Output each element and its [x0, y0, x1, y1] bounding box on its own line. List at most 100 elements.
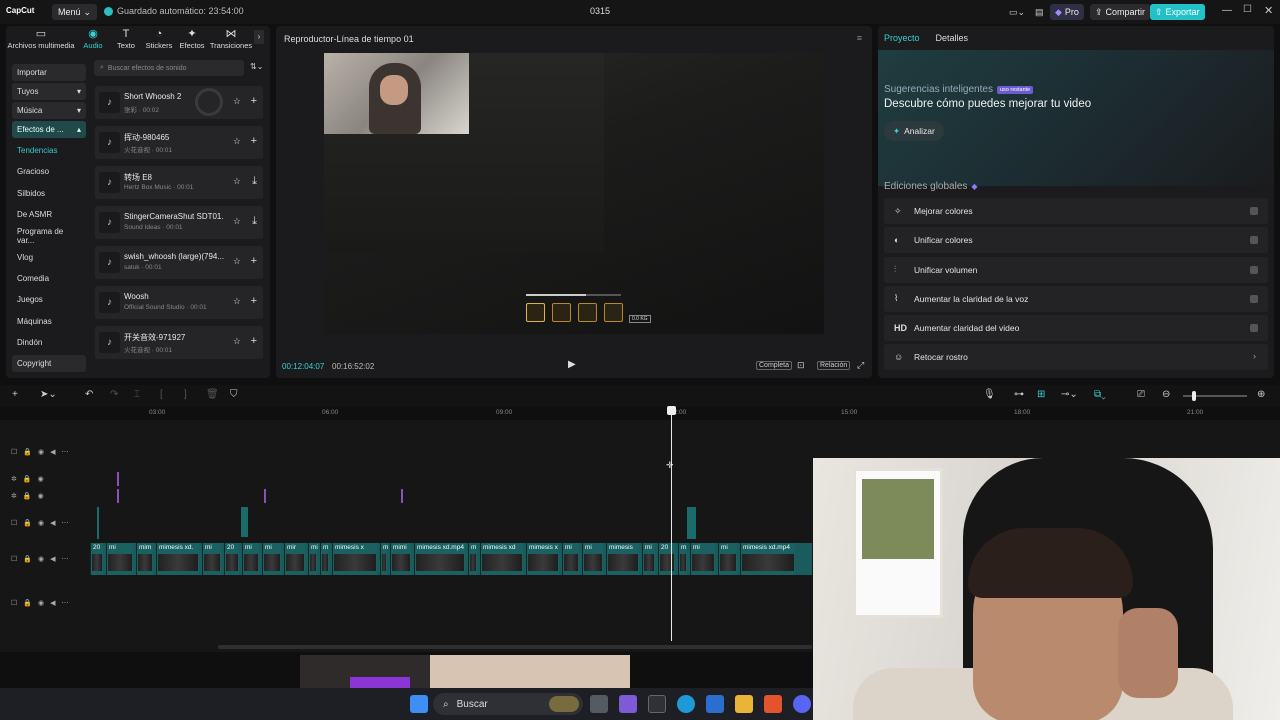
sidebar-item-asmr[interactable]: De ASMR [12, 204, 86, 225]
sidebar-item-variety[interactable]: Programa de var... [12, 225, 86, 246]
eye-icon[interactable]: ◉ [38, 492, 44, 500]
effect-clip[interactable] [264, 489, 266, 503]
close-icon[interactable]: ✕ [1264, 4, 1273, 17]
list-item[interactable]: ♪ 转场 E8 Hertz Box Music · 00:01 ☆ ⤓ [95, 166, 263, 199]
undo-icon[interactable]: ↶ [85, 389, 93, 400]
global-item-voice-clarity[interactable]: ⌇ Aumentar la claridad de la voz [884, 285, 1268, 312]
tab-audio[interactable]: ◉ Audio [76, 26, 110, 52]
fullscreen-icon[interactable]: ⤢ [857, 360, 864, 371]
favorite-icon[interactable]: ☆ [233, 176, 241, 187]
overlay-clip[interactable] [97, 507, 99, 539]
video-clip[interactable]: m [678, 543, 687, 575]
more-icon[interactable]: ⋯ [62, 555, 69, 563]
export-button[interactable]: ⇧ Exportar [1150, 4, 1205, 20]
speaker-icon[interactable]: ◀ [50, 599, 55, 607]
crop-icon[interactable]: ⊡ [797, 360, 805, 371]
task-view-icon[interactable] [590, 695, 608, 713]
sidebar-item-effects[interactable]: Efectos de ... ▴ [12, 121, 86, 138]
lock-icon[interactable]: 🔒 [23, 519, 32, 527]
trim-left-icon[interactable]: [ [160, 389, 163, 400]
lock-icon[interactable]: 🔒 [23, 599, 32, 607]
list-item[interactable]: ♪ Woosh Official Sound Studio · 00:01 ☆ + [95, 286, 263, 319]
discord-icon[interactable] [793, 695, 811, 713]
video-clip[interactable]: mi [242, 543, 259, 575]
list-item[interactable]: ♪ Short Whoosh 2 张彩 · 00:02 ☆ + [95, 86, 263, 119]
add-track-icon[interactable]: + [12, 389, 18, 400]
video-clip[interactable]: m [320, 543, 329, 575]
download-button[interactable]: ⤓ [252, 215, 257, 228]
link-icon[interactable]: ⊶ [1014, 389, 1024, 400]
lock-icon[interactable]: 🔒 [23, 475, 32, 483]
zoom-slider-handle[interactable] [1192, 391, 1196, 401]
video-clip[interactable]: mi [562, 543, 579, 575]
track-select-icon[interactable]: ☐ [11, 555, 17, 563]
play-icon[interactable]: ▶ [568, 359, 576, 370]
eye-icon[interactable]: ◉ [38, 475, 44, 483]
minimize-icon[interactable]: — [1222, 5, 1232, 16]
sidebar-item-trending[interactable]: Tendencias [12, 140, 86, 161]
video-clip[interactable]: mi [308, 543, 318, 575]
preview-axis-icon[interactable]: ⧉⌄ [1094, 389, 1106, 400]
sidebar-item-funny[interactable]: Gracioso [12, 161, 86, 182]
favorite-icon[interactable]: ☆ [233, 216, 241, 227]
list-item[interactable]: ♪ 挥动-980465 火花音视 · 00:01 ☆ + [95, 126, 263, 159]
video-clip[interactable]: mi [202, 543, 221, 575]
video-clip[interactable]: mi [262, 543, 281, 575]
tab-transitions[interactable]: ⋈ Transiciones [208, 26, 254, 52]
track-select-icon[interactable]: ☐ [11, 519, 17, 527]
filter-icon[interactable]: ⇅⌄ [250, 62, 263, 71]
toggle-switch[interactable] [1250, 236, 1258, 245]
sound-search-input[interactable]: ⌕ Buscar efectos de sonido [94, 60, 244, 76]
video-clip[interactable]: m [468, 543, 477, 575]
effect-clip[interactable] [401, 489, 403, 503]
video-clip[interactable]: mimesis [606, 543, 639, 575]
global-item-unify-volume[interactable]: ⫶ Unificar volumen [884, 256, 1268, 283]
playhead-handle[interactable] [667, 406, 676, 415]
track-select-icon[interactable]: ☐ [11, 599, 17, 607]
video-clip[interactable]: mir [284, 543, 305, 575]
tab-media[interactable]: ▭ Archivos multimedia [6, 26, 76, 52]
analyze-button[interactable]: ✦ Analizar [884, 121, 944, 141]
video-clip[interactable]: mimesis xd.mp4 [740, 543, 795, 575]
split-icon[interactable]: ⌶ [134, 389, 140, 400]
overlay-clip[interactable] [241, 507, 248, 537]
trim-right-icon[interactable]: ] [184, 389, 187, 400]
sidebar-item-games[interactable]: Juegos [12, 289, 86, 310]
video-clip[interactable]: mi [718, 543, 737, 575]
effect-clip[interactable] [117, 472, 119, 486]
video-clip[interactable]: mi [642, 543, 655, 575]
effect-clip[interactable] [117, 489, 119, 503]
share-button[interactable]: ⇪ Compartir [1090, 4, 1151, 20]
layout-icon[interactable]: ▭⌄ [1004, 4, 1030, 20]
add-button[interactable]: + [251, 135, 257, 147]
tab-details[interactable]: Detalles [936, 33, 969, 43]
add-button[interactable]: + [251, 335, 257, 347]
video-clip[interactable]: mi [690, 543, 715, 575]
lock-icon[interactable]: 🔒 [23, 448, 32, 456]
sidebar-item-vlog[interactable]: Vlog [12, 246, 86, 267]
sidebar-item-machines[interactable]: Máquinas [12, 310, 86, 331]
chain-icon[interactable]: ⊸⌄ [1061, 389, 1078, 400]
zoom-slider[interactable] [1183, 391, 1247, 401]
toggle-switch[interactable] [1250, 265, 1258, 274]
more-icon[interactable]: ⋯ [62, 519, 69, 527]
track-select-icon[interactable]: ☐ [11, 448, 17, 456]
video-clip[interactable]: mimesis xd [480, 543, 523, 575]
download-button[interactable]: ⤓ [252, 175, 257, 188]
tab-project[interactable]: Proyecto [884, 33, 920, 43]
video-clip[interactable]: mimi [390, 543, 411, 575]
video-preview[interactable]: 0.0 KG [324, 53, 824, 334]
sidebar-item-whistles[interactable]: Silbidos [12, 183, 86, 204]
taskbar-search[interactable]: ⌕ Buscar [433, 693, 583, 715]
favorite-icon[interactable]: ☆ [233, 96, 241, 107]
copilot-icon[interactable] [619, 695, 637, 713]
list-item[interactable]: ♪ 开关音效-971927 火花音视 · 00:01 ☆ + [95, 326, 263, 359]
full-button[interactable]: Completa [756, 361, 792, 370]
mail-icon[interactable] [706, 695, 724, 713]
more-icon[interactable]: ⋯ [62, 599, 69, 607]
video-clip[interactable]: m [380, 543, 388, 575]
video-clip[interactable]: 20 [90, 543, 103, 575]
select-tool-icon[interactable]: ➤⌄ [40, 389, 57, 400]
sidebar-item-dingdong[interactable]: Dindón [12, 332, 86, 353]
eye-icon[interactable]: ◉ [38, 448, 44, 456]
